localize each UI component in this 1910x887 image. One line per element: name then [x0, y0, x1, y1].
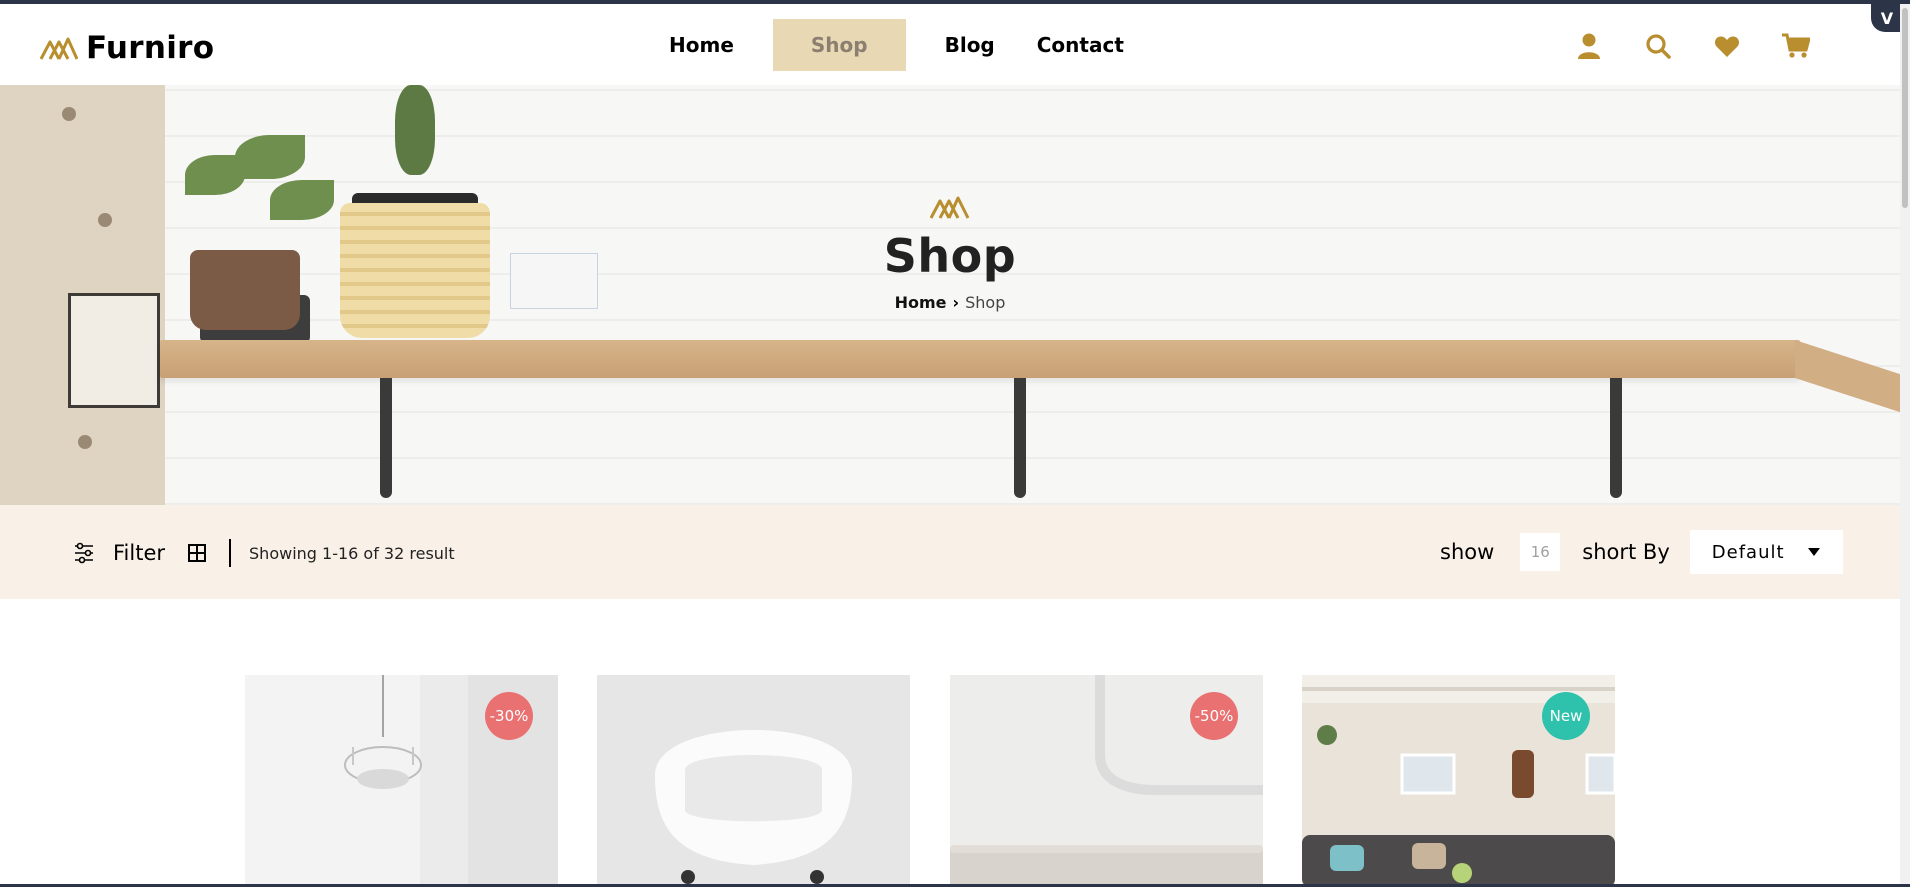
shelf-decoration	[160, 340, 1800, 378]
discount-badge: -50%	[1190, 692, 1238, 740]
scrollbar-thumb[interactable]	[1902, 8, 1908, 208]
search-icon[interactable]	[1644, 32, 1672, 60]
show-count-input[interactable]: 16	[1520, 533, 1561, 571]
peg-decoration	[62, 107, 76, 121]
caret-down-icon	[1807, 548, 1820, 556]
bracket-decoration	[1610, 378, 1622, 498]
breadcrumb-current: Shop	[965, 293, 1006, 312]
white-chair-image	[597, 675, 910, 887]
product-card[interactable]: -30%	[245, 675, 558, 887]
product-card[interactable]: New	[1302, 675, 1615, 887]
show-label: show	[1440, 540, 1495, 564]
filter-bar: Filter Showing 1-16 of 32 result show 16…	[0, 505, 1900, 599]
shelf-corner-decoration	[1795, 340, 1900, 413]
brand-logo[interactable]: Furniro	[40, 30, 214, 66]
sort-controls: show 16 short By Default	[1440, 530, 1843, 574]
divider	[229, 539, 232, 567]
result-count: Showing 1-16 of 32 result	[249, 543, 455, 563]
heart-icon[interactable]	[1713, 32, 1741, 60]
bracket-decoration	[1014, 378, 1026, 498]
discount-badge: -30%	[485, 692, 533, 740]
header-actions	[1575, 32, 1810, 60]
sort-value: Default	[1711, 541, 1785, 563]
nav-blog[interactable]: Blog	[924, 19, 1016, 71]
brand-name: Furniro	[86, 30, 215, 66]
product-card[interactable]	[597, 675, 910, 887]
grid-view-icon[interactable]	[187, 543, 207, 563]
chevron-right-icon: ›	[952, 293, 960, 312]
logo-mark-icon	[40, 37, 78, 60]
breadcrumb: Home › Shop	[0, 293, 1900, 312]
nav-shop[interactable]: Shop	[772, 19, 906, 71]
page-title: Shop	[883, 229, 1017, 283]
sliders-icon[interactable]	[73, 542, 95, 564]
nav-contact[interactable]: Contact	[1016, 19, 1145, 71]
leaf-decoration	[395, 85, 435, 175]
bracket-decoration	[380, 378, 392, 498]
new-badge: New	[1542, 692, 1590, 740]
leaf-decoration	[235, 135, 305, 179]
filter-button[interactable]: Filter	[113, 541, 165, 565]
sort-select[interactable]: Default	[1689, 530, 1843, 574]
browser-extension-badge[interactable]: V	[1871, 4, 1903, 32]
main-nav: Home Shop Blog Contact	[648, 19, 1145, 71]
breadcrumb-home[interactable]: Home	[895, 293, 947, 312]
filter-controls: Filter Showing 1-16 of 32 result	[73, 539, 455, 567]
hero-content: Shop Home › Shop	[0, 195, 1900, 312]
logo-mark-icon	[930, 196, 970, 219]
product-card[interactable]: -50%	[950, 675, 1263, 887]
peg-decoration	[78, 435, 92, 449]
hero-banner: Shop Home › Shop	[0, 85, 1900, 505]
sort-label: short By	[1582, 540, 1670, 564]
cart-icon[interactable]	[1782, 32, 1810, 60]
site-header: Furniro Home Shop Blog Contact	[0, 4, 1900, 85]
nav-home[interactable]: Home	[648, 19, 755, 71]
user-icon[interactable]	[1575, 32, 1603, 60]
